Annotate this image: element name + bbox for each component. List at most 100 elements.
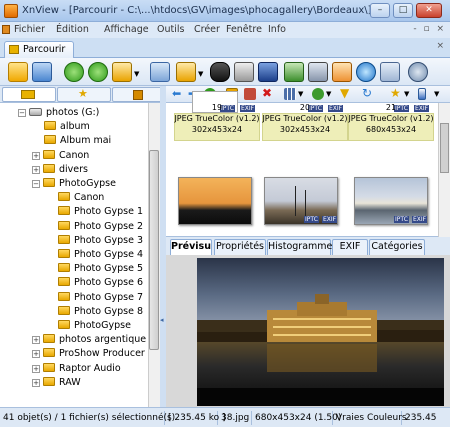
thumbnail-photo-sunset[interactable] bbox=[178, 177, 252, 225]
color-label-icon[interactable] bbox=[418, 88, 426, 100]
tab-exif[interactable]: EXIF bbox=[332, 239, 368, 255]
tree-item[interactable]: Photo Gypse 1 bbox=[58, 205, 143, 219]
tab-histogramme[interactable]: Histogramme bbox=[267, 239, 332, 255]
thumbnail-scrollbar[interactable] bbox=[438, 103, 450, 237]
tree-item[interactable]: Photo Gypse 3 bbox=[58, 234, 143, 248]
refresh-arrow-icon[interactable]: ↻ bbox=[362, 87, 374, 100]
chevron-down-icon[interactable]: ▼ bbox=[198, 70, 203, 78]
minimize-button[interactable]: – bbox=[370, 3, 390, 18]
preview-image[interactable] bbox=[197, 258, 444, 406]
maximize-button[interactable]: □ bbox=[393, 3, 413, 18]
scanner-icon[interactable] bbox=[258, 62, 278, 82]
expand-icon[interactable]: + bbox=[32, 364, 40, 373]
tree-item-label: Photo Gypse 5 bbox=[74, 263, 143, 275]
tree-item[interactable]: + Raptor Audio bbox=[32, 362, 121, 376]
back-arrow-icon[interactable]: ⬅ bbox=[172, 88, 184, 100]
thumbnail-scrollbar-thumb[interactable] bbox=[440, 123, 449, 173]
rename-icon[interactable] bbox=[244, 88, 256, 100]
window-title: XnView - [Parcourir - C:\...\htdocs\GV\i… bbox=[22, 5, 372, 16]
tab-folders[interactable] bbox=[2, 87, 56, 102]
expand-icon[interactable]: + bbox=[32, 350, 40, 359]
menu-fichier[interactable]: Fichier bbox=[14, 24, 45, 35]
filter-icon[interactable]: ▼ bbox=[340, 87, 352, 100]
thumbnail-dimensions: 680x453x24 bbox=[365, 125, 417, 134]
tree-item[interactable]: Photo Gypse 5 bbox=[58, 262, 143, 276]
tree-item[interactable]: Photo Gypse 2 bbox=[58, 220, 143, 234]
sort-icon[interactable] bbox=[312, 88, 324, 100]
web-icon[interactable] bbox=[356, 62, 376, 82]
binoculars-search-icon[interactable] bbox=[210, 62, 230, 82]
menu-fenetre[interactable]: Fenêtre bbox=[226, 24, 262, 35]
tree-item[interactable]: + RAW bbox=[32, 376, 81, 390]
tree-item-label: divers bbox=[59, 163, 88, 175]
chevron-down-icon[interactable]: ▼ bbox=[326, 90, 331, 98]
expand-icon[interactable]: + bbox=[32, 378, 40, 387]
collapse-icon[interactable]: − bbox=[32, 180, 40, 188]
delete-icon[interactable]: ✖ bbox=[262, 87, 274, 100]
expand-icon[interactable]: + bbox=[32, 151, 40, 160]
reload-icon[interactable] bbox=[88, 62, 108, 82]
folder-icon bbox=[43, 362, 55, 372]
mdi-window-controls[interactable]: - ▫ × bbox=[413, 24, 446, 34]
thumbnail-item[interactable]: IPTC EXIF 20 JPEG TrueColor (v1.2) 302x4… bbox=[262, 103, 348, 163]
menu-creer[interactable]: Créer bbox=[194, 24, 220, 35]
tree-item[interactable]: + Canon bbox=[32, 149, 89, 163]
tree-item[interactable]: + divers bbox=[32, 163, 88, 177]
capture-icon[interactable] bbox=[308, 62, 328, 82]
star-rating-icon[interactable]: ★ bbox=[390, 87, 402, 100]
tab-categories[interactable]: Catégories bbox=[369, 239, 425, 255]
refresh-icon[interactable] bbox=[64, 62, 84, 82]
browse-icon[interactable] bbox=[8, 62, 28, 82]
tree-item[interactable]: Photo Gypse 4 bbox=[58, 248, 143, 262]
expand-icon[interactable]: + bbox=[32, 336, 40, 345]
close-button[interactable]: ✕ bbox=[416, 3, 442, 18]
convert-icon[interactable] bbox=[284, 62, 304, 82]
chevron-down-icon[interactable]: ▼ bbox=[434, 90, 439, 98]
tab-categories[interactable] bbox=[112, 87, 166, 102]
tree-item[interactable]: + photos argentique bbox=[32, 333, 146, 347]
folder-tree[interactable]: − photos (G:) album Album mai + Canon + divers −… bbox=[0, 103, 160, 407]
collapse-arrow-icon[interactable]: ◂ bbox=[160, 316, 164, 324]
open-folder-icon[interactable] bbox=[112, 62, 132, 82]
thumbnail-item[interactable]: IPTC EXIF 21 JPEG TrueColor (v1.2) 680x4… bbox=[348, 103, 434, 163]
slideshow-icon[interactable] bbox=[332, 62, 352, 82]
folder-icon bbox=[58, 206, 70, 216]
tree-item-label: Photo Gypse 1 bbox=[74, 206, 143, 218]
collapse-icon[interactable]: − bbox=[18, 109, 26, 117]
thumbnail-grid[interactable]: IPTC EXIF 19 JPEG TrueColor (v1.2) 302x4… bbox=[166, 91, 450, 237]
tree-item[interactable]: Photo Gypse 8 bbox=[58, 305, 143, 319]
copy-to-icon[interactable] bbox=[176, 62, 196, 82]
menu-info[interactable]: Info bbox=[268, 24, 286, 35]
menu-outils[interactable]: Outils bbox=[157, 24, 184, 35]
tree-item[interactable]: − photos (G:) bbox=[18, 106, 99, 120]
folder-icon bbox=[58, 220, 70, 230]
print-icon[interactable] bbox=[234, 62, 254, 82]
tree-item[interactable]: + ProShow Producer bbox=[32, 347, 145, 361]
menu-edition[interactable]: Édition bbox=[56, 24, 89, 35]
chevron-down-icon[interactable]: ▼ bbox=[404, 90, 409, 98]
gear-icon[interactable] bbox=[408, 62, 428, 82]
tree-item[interactable]: Canon bbox=[58, 191, 104, 205]
save-icon[interactable] bbox=[150, 62, 170, 82]
tree-scrollbar-thumb[interactable] bbox=[149, 150, 159, 350]
tab-parcourir[interactable]: Parcourir bbox=[4, 41, 74, 58]
tree-item[interactable]: − PhotoGypse bbox=[32, 177, 116, 191]
tree-item[interactable]: Photo Gypse 7 bbox=[58, 291, 143, 305]
tab-favorites[interactable]: ★ bbox=[57, 87, 111, 102]
menu-affichage[interactable]: Affichage bbox=[104, 24, 149, 35]
view-mode-icon[interactable] bbox=[284, 88, 296, 100]
tree-item[interactable]: Photo Gypse 6 bbox=[58, 276, 143, 290]
tab-proprietes[interactable]: Propriétés bbox=[214, 239, 266, 255]
tree-item[interactable]: album bbox=[44, 120, 90, 134]
chevron-down-icon[interactable]: ▼ bbox=[134, 70, 139, 78]
tree-item[interactable]: PhotoGypse bbox=[58, 319, 131, 333]
fullscreen-icon[interactable] bbox=[32, 62, 52, 82]
thumbnail-item[interactable]: IPTC EXIF 19 JPEG TrueColor (v1.2) 302x4… bbox=[174, 91, 260, 163]
chevron-down-icon[interactable]: ▼ bbox=[298, 90, 303, 98]
expand-icon[interactable]: + bbox=[32, 165, 40, 174]
batch-icon[interactable] bbox=[380, 62, 400, 82]
file-name: 38.jpg bbox=[221, 411, 252, 425]
document-icon bbox=[2, 25, 10, 34]
tab-close-icon[interactable]: × bbox=[436, 41, 444, 51]
tree-item[interactable]: Album mai bbox=[44, 134, 111, 148]
